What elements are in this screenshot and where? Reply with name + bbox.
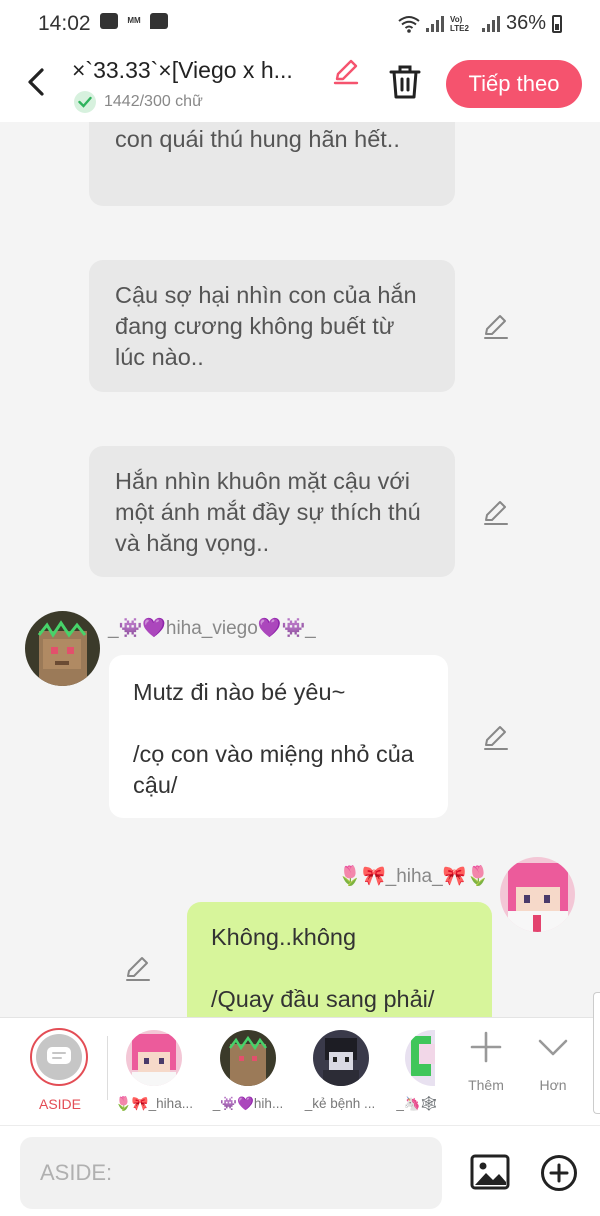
word-count-text: 1442/300 chữ — [104, 93, 203, 110]
trash-icon[interactable] — [388, 64, 422, 100]
avatar-image — [500, 857, 575, 932]
aside-button[interactable] — [30, 1028, 88, 1086]
wifi-icon — [398, 15, 420, 33]
character-avatar[interactable] — [126, 1030, 182, 1086]
character-avatar[interactable] — [313, 1030, 369, 1086]
message-bubble[interactable]: Không..không /Quay đầu sang phải/ — [187, 902, 492, 1017]
plus-icon — [470, 1031, 502, 1063]
back-arrow-icon[interactable] — [24, 64, 54, 100]
chat-area[interactable]: con quái thú hung hãn hết.. Cậu sợ hại n… — [0, 122, 600, 1017]
chevron-down-icon — [538, 1039, 568, 1056]
character-name: 🌷🎀_hiha_🎀🌷 — [338, 866, 490, 887]
avatar[interactable] — [25, 611, 100, 686]
more-button[interactable]: Hơn — [523, 1030, 583, 1093]
edit-pencil-icon[interactable] — [482, 498, 510, 526]
add-character-button[interactable]: Thêm — [456, 1030, 516, 1093]
aside-chat-icon — [36, 1034, 82, 1080]
battery-percent: 36% — [505, 12, 546, 34]
aside-label: ASIDE — [38, 1096, 81, 1112]
input-bar — [0, 1125, 600, 1216]
system-status: Vo) LTE2 36% — [398, 12, 562, 35]
character-selector: ASIDE 🌷🎀_hiha... _👾💜hih... _kẻ bệnh ... … — [0, 1017, 600, 1126]
message-bubble[interactable]: Hắn nhìn khuôn mặt cậu với một ánh mắt đ… — [89, 446, 455, 577]
battery-icon — [552, 14, 562, 33]
signal-icon-2 — [481, 15, 500, 32]
edit-pencil-icon[interactable] — [482, 723, 510, 751]
message-text: Cậu sợ hại nhìn con của hắn đang cương k… — [115, 282, 417, 370]
more-label: Hơn — [539, 1077, 567, 1093]
check-icon — [74, 91, 96, 113]
message-icon — [150, 13, 168, 29]
character-name: _👾💜hiha_viego💜👾_ — [108, 618, 316, 639]
message-bubble[interactable]: Mutz đi nào bé yêu~ /cọ con vào miệng nh… — [109, 655, 448, 818]
status-bar: 14:02 MM Vo) LTE2 36% — [0, 0, 600, 48]
next-button[interactable]: Tiếp theo — [446, 60, 582, 108]
character-label: _kẻ bệnh ... — [304, 1096, 376, 1111]
edit-pencil-icon[interactable] — [482, 312, 510, 340]
volte-icon: Vo) LTE2 — [449, 14, 469, 33]
notification-icons: MM — [100, 13, 168, 29]
scroll-handle[interactable] — [593, 992, 600, 1114]
word-count: 1442/300 chữ — [74, 91, 203, 113]
add-circle-icon[interactable] — [540, 1154, 578, 1192]
message-text: Hắn nhìn khuôn mặt cậu với một ánh mắt đ… — [115, 468, 421, 556]
image-icon[interactable] — [470, 1154, 510, 1190]
message-bubble[interactable]: Cậu sợ hại nhìn con của hắn đang cương k… — [89, 260, 455, 392]
character-label: _👾💜hih... — [212, 1096, 284, 1111]
avatar-image — [25, 611, 100, 686]
story-title[interactable]: ×`33.33`×[Viego x h... — [72, 57, 293, 84]
edit-pencil-icon[interactable] — [124, 954, 152, 982]
message-input[interactable] — [20, 1137, 442, 1209]
status-time: 14:02 — [38, 12, 91, 35]
signal-icon — [425, 15, 444, 32]
character-avatar[interactable] — [220, 1030, 276, 1086]
mm-icon: MM — [127, 16, 141, 25]
character-avatar[interactable] — [405, 1030, 435, 1086]
character-label: _🦄🕸️ — [396, 1096, 438, 1111]
youtube-icon — [100, 13, 118, 29]
add-label: Thêm — [468, 1077, 504, 1093]
character-label: 🌷🎀_hiha... — [115, 1096, 193, 1111]
message-bubble[interactable]: con quái thú hung hãn hết.. — [89, 122, 455, 206]
divider — [107, 1036, 108, 1100]
message-text: con quái thú hung hãn hết.. — [115, 126, 400, 152]
pencil-icon[interactable] — [332, 57, 360, 85]
editor-header: ×`33.33`×[Viego x h... 1442/300 chữ Tiếp… — [0, 48, 600, 122]
avatar[interactable] — [500, 857, 575, 932]
